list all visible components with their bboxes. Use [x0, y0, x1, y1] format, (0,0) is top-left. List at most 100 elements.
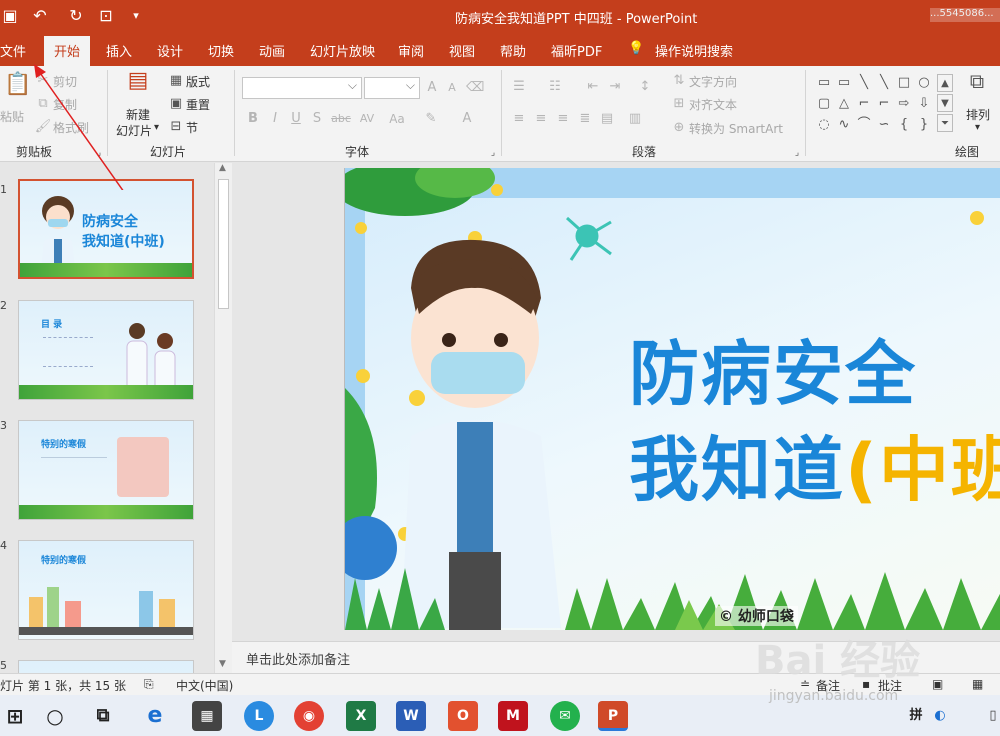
triangle-shape-icon[interactable]: △ — [834, 93, 854, 114]
convert-smartart-button[interactable]: 转换为 SmartArt — [689, 120, 783, 137]
italic-icon[interactable]: I — [266, 110, 284, 128]
thumbnail-slide-3[interactable]: 特别的寒假 — [18, 420, 194, 520]
change-case-icon[interactable]: Aa — [385, 110, 409, 128]
align-text-button[interactable]: 对齐文本 — [689, 96, 737, 113]
slide-title-line2[interactable]: 我知道(中班 — [629, 414, 1000, 515]
scroll-down-icon[interactable]: ▼ — [219, 659, 226, 669]
thumbnail-slide-4[interactable]: 特别的寒假 — [18, 540, 194, 640]
elbow-arrow-shape-icon[interactable]: ⌐ — [874, 93, 894, 114]
current-slide[interactable]: 防病安全 我知道(中班 © 幼师口袋 — [344, 168, 1000, 630]
tab-insert[interactable]: 插入 — [106, 41, 132, 60]
thumbnail-slide-5[interactable] — [18, 660, 194, 673]
dialog-launcher-icon[interactable]: ⌟ — [788, 144, 806, 162]
tab-foxit-pdf[interactable]: 福昕PDF — [551, 41, 602, 60]
thumbnail-scrollbar[interactable]: ▲ ▼ — [214, 163, 232, 673]
justify-icon[interactable]: ≣ — [576, 110, 594, 128]
thumbnail-slide-2[interactable]: 目 录 — [18, 300, 194, 400]
down-arrow-shape-icon[interactable]: ⇩ — [914, 93, 934, 114]
tab-review[interactable]: 审阅 — [398, 41, 424, 60]
edge-icon[interactable]: e — [140, 701, 170, 731]
layout-button[interactable]: 版式 — [186, 73, 210, 90]
rounded-rect-shape-icon[interactable]: ▢ — [814, 93, 834, 114]
increase-indent-icon[interactable]: ⇥ — [606, 78, 624, 96]
thumbnail-slide-1[interactable]: 防病安全 我知道(中班) — [18, 179, 194, 279]
increase-font-icon[interactable]: A — [423, 79, 441, 97]
undo-icon[interactable]: ↶ — [30, 6, 50, 26]
left-brace-shape-icon[interactable]: { — [894, 114, 914, 135]
highlight-icon[interactable]: ✎ — [422, 110, 440, 128]
clear-format-icon[interactable]: ⌫ — [466, 79, 484, 97]
task-view-icon[interactable]: ⧉ — [88, 701, 118, 731]
tell-me-search[interactable]: 操作说明搜索 — [655, 41, 733, 60]
line-spacing-icon[interactable]: ↕ — [636, 78, 654, 96]
char-spacing-icon[interactable]: AV — [355, 110, 379, 128]
tab-design[interactable]: 设计 — [157, 41, 183, 60]
font-color-icon[interactable]: A — [458, 110, 476, 128]
oval-shape-icon[interactable]: ○ — [914, 72, 934, 93]
smartart-icon[interactable]: ⊕ — [670, 119, 688, 137]
reset-button[interactable]: 重置 — [186, 96, 210, 113]
dialog-launcher-icon[interactable]: ⌟ — [484, 144, 502, 162]
align-center-icon[interactable]: ≡ — [532, 110, 550, 128]
scrollbar-thumb[interactable] — [218, 179, 229, 309]
section-button[interactable]: 节 — [186, 119, 198, 136]
redo-icon[interactable]: ↻ — [66, 6, 86, 26]
paste-button[interactable]: 粘贴 — [0, 108, 24, 125]
line-shape-icon[interactable]: ╲ — [854, 72, 874, 93]
notes-placeholder[interactable]: 单击此处添加备注 — [246, 649, 350, 668]
gallery-more-icon[interactable]: ⏷ — [937, 114, 953, 132]
right-arrow-shape-icon[interactable]: ⇨ — [894, 93, 914, 114]
tab-help[interactable]: 帮助 — [500, 41, 526, 60]
font-family-select[interactable] — [242, 77, 362, 99]
office-icon[interactable]: O — [448, 701, 478, 731]
tab-slideshow[interactable]: 幻灯片放映 — [310, 41, 375, 60]
rectangle-shape-icon[interactable]: □ — [894, 72, 914, 93]
tab-animations[interactable]: 动画 — [259, 41, 285, 60]
elbow-connector-shape-icon[interactable]: ⌐ — [854, 93, 874, 114]
shadow-icon[interactable]: S — [308, 110, 326, 128]
slide-thumbnail-pane[interactable]: 1 防病安全 我知道(中班) 2 目 录 3 特别的寒假 4 特别的寒假 5 — [0, 163, 232, 673]
arrange-icon[interactable]: ⧉ — [964, 71, 990, 98]
freeform-shape-icon[interactable]: ∿ — [834, 114, 854, 135]
search-icon[interactable]: ○ — [40, 701, 70, 731]
right-brace-shape-icon[interactable]: } — [914, 114, 934, 135]
tab-transitions[interactable]: 切换 — [208, 41, 234, 60]
align-text-icon[interactable]: ⊞ — [670, 95, 688, 113]
textbox-shape-icon[interactable]: ▭ — [814, 72, 834, 93]
align-left-icon[interactable]: ≡ — [510, 110, 528, 128]
align-right-icon[interactable]: ≡ — [554, 110, 572, 128]
excel-icon[interactable]: X — [346, 701, 376, 731]
arrange-button[interactable]: 排列 — [966, 106, 990, 123]
underline-icon[interactable]: U — [287, 110, 305, 128]
arrange-dropdown-icon[interactable]: ▾ — [975, 122, 980, 133]
curve-shape-icon[interactable]: ◌ — [814, 114, 834, 135]
decrease-font-icon[interactable]: A — [443, 79, 461, 97]
spellcheck-icon[interactable]: ⎘ — [144, 677, 154, 692]
tab-file[interactable]: 文件 — [0, 41, 26, 60]
arc-shape-icon[interactable]: ⌒ — [854, 114, 874, 135]
save-icon[interactable]: ▣ — [0, 6, 20, 26]
account-name[interactable]: ...5545086... — [930, 8, 1000, 22]
start-from-beginning-icon[interactable]: ⊡ — [96, 6, 116, 26]
vertical-textbox-shape-icon[interactable]: ▭ — [834, 72, 854, 93]
scroll-up-icon[interactable]: ▲ — [219, 163, 226, 173]
font-size-select[interactable] — [364, 77, 420, 99]
bullets-icon[interactable]: ☰ — [510, 78, 528, 96]
text-direction-icon[interactable]: ⇅ — [670, 72, 688, 90]
language-indicator[interactable]: 中文(中国) — [176, 677, 233, 694]
new-slide-dropdown-icon[interactable]: ▾ — [154, 122, 159, 133]
strikethrough-icon[interactable]: abc — [330, 110, 352, 128]
layout-icon[interactable]: ▦ — [167, 72, 185, 90]
lark-icon[interactable]: L — [244, 701, 274, 731]
reset-icon[interactable]: ▣ — [167, 95, 185, 113]
distributed-icon[interactable]: ▤ — [598, 110, 616, 128]
mcafee-icon[interactable]: M — [498, 701, 528, 731]
customize-toolbar-icon[interactable]: ▾ — [126, 6, 146, 26]
shapes-gallery[interactable]: ▭ ▭ ╲ ╲ □ ○ ▢ △ ⌐ ⌐ ⇨ ⇩ ◌ ∿ ⌒ ∽{} — [814, 72, 934, 136]
decrease-indent-icon[interactable]: ⇤ — [584, 78, 602, 96]
wechat-icon[interactable]: ✉ — [550, 701, 580, 731]
text-direction-button[interactable]: 文字方向 — [689, 73, 737, 90]
wave-shape-icon[interactable]: ∽ — [874, 114, 894, 135]
section-icon[interactable]: ⊟ — [167, 118, 185, 136]
arrow-line-shape-icon[interactable]: ╲ — [874, 72, 894, 93]
